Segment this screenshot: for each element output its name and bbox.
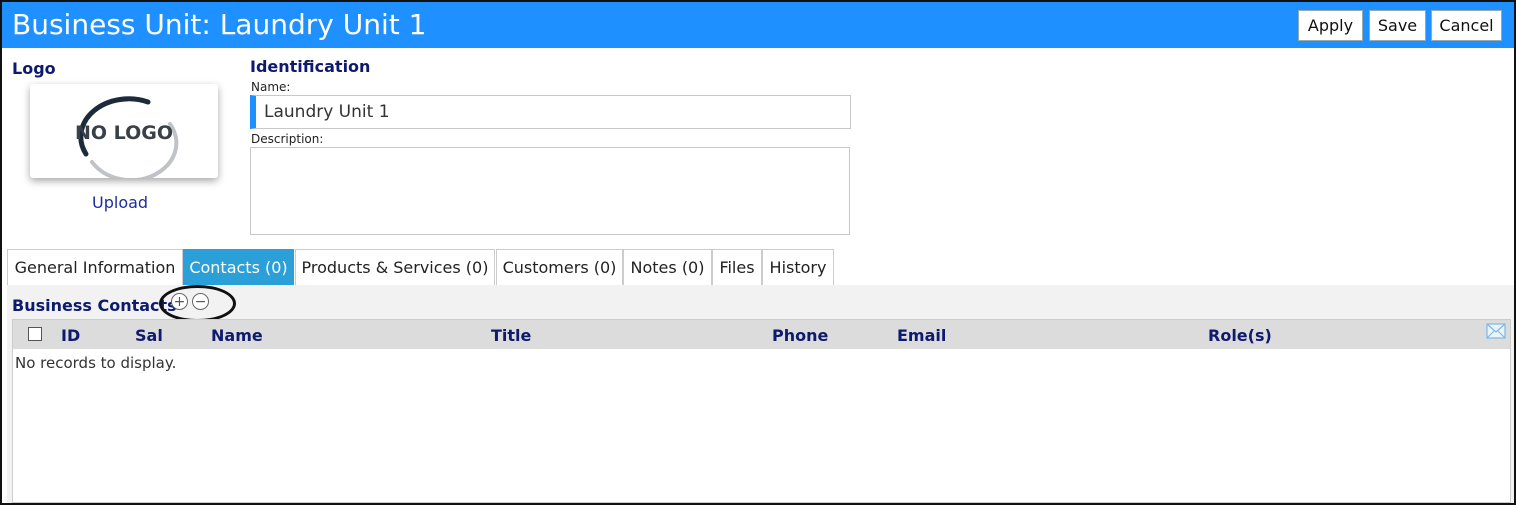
header-bar: Business Unit: Laundry Unit 1 Apply Save… [2,2,1514,48]
logo-placeholder[interactable]: NO LOGO [30,84,218,183]
column-header-phone[interactable]: Phone [772,326,828,345]
name-field[interactable]: Laundry Unit 1 [250,95,851,129]
envelope-icon[interactable] [1486,323,1506,339]
tab-contacts[interactable]: Contacts (0) [183,249,294,285]
description-field[interactable] [250,147,850,235]
no-logo-image: NO LOGO [75,96,179,183]
select-all-checkbox[interactable] [28,327,42,341]
no-logo-text: NO LOGO [75,122,173,144]
upload-link[interactable]: Upload [92,193,148,212]
tab-customers[interactable]: Customers (0) [496,249,623,285]
save-button[interactable]: Save [1369,10,1426,41]
business-contacts-heading: Business Contacts [12,296,177,315]
page-title: Business Unit: Laundry Unit 1 [12,8,427,41]
tab-products-services[interactable]: Products & Services (0) [295,249,495,285]
column-header-email[interactable]: Email [897,326,946,345]
column-header-roles[interactable]: Role(s) [1208,326,1272,345]
empty-message: No records to display. [15,354,177,372]
name-label: Name: [251,80,291,94]
logo-heading: Logo [12,59,56,78]
column-header-sal[interactable]: Sal [135,326,163,345]
tab-notes[interactable]: Notes (0) [623,249,712,285]
description-label: Description: [251,132,324,146]
column-header-id[interactable]: ID [61,326,80,345]
cancel-button[interactable]: Cancel [1431,10,1502,41]
apply-button[interactable]: Apply [1298,10,1363,41]
name-field-value: Laundry Unit 1 [264,102,390,122]
identification-heading: Identification [250,57,371,76]
highlight-ellipse [159,285,236,322]
column-header-name[interactable]: Name [211,326,263,345]
tab-general-information[interactable]: General Information [7,249,183,285]
tab-history[interactable]: History [762,249,834,285]
grid-header: ID Sal Name Title Phone Email Role(s) [13,320,1510,349]
tab-files[interactable]: Files [712,249,762,285]
contacts-grid: ID Sal Name Title Phone Email Role(s) No… [12,319,1511,503]
column-header-title[interactable]: Title [491,326,531,345]
